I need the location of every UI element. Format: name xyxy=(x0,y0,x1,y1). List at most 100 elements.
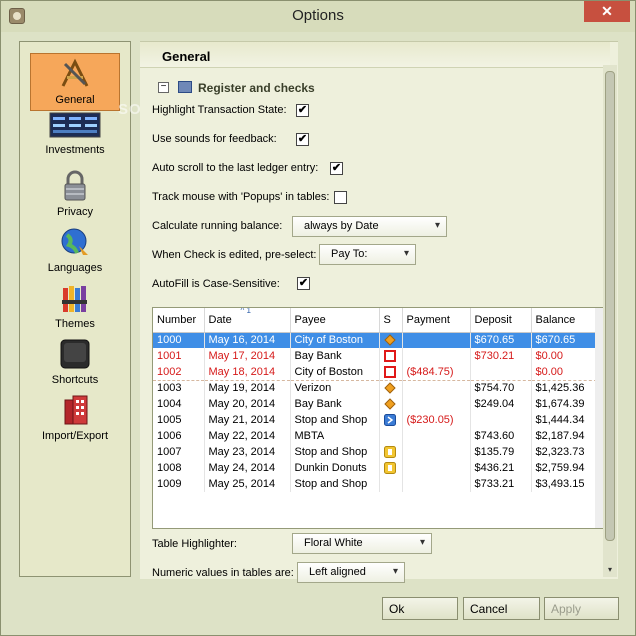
column-header-date[interactable]: Date ^ 1 xyxy=(204,308,291,333)
numeric-label: Numeric values in tables are: xyxy=(152,567,294,579)
orange-gem-icon xyxy=(383,382,396,395)
blue-badge-icon xyxy=(383,414,396,427)
autoscroll-checkbox[interactable]: ✔ xyxy=(330,162,343,175)
sounds-checkbox[interactable]: ✔ xyxy=(296,133,309,146)
check-edit-label: When Check is edited, pre-select: xyxy=(152,249,317,261)
orange-gem-icon xyxy=(383,334,396,347)
track-mouse-checkbox[interactable] xyxy=(334,191,347,204)
yellow-badge-icon xyxy=(383,446,396,459)
chevron-down-icon: ▾ xyxy=(419,537,425,548)
sidebar-item-privacy[interactable]: Privacy xyxy=(30,170,120,220)
sidebar-item-languages[interactable]: Languages xyxy=(30,226,120,276)
running-balance-select[interactable]: always by Date ▾ xyxy=(292,216,447,237)
cell-payment xyxy=(402,396,471,412)
table-row[interactable]: 1006 May 22, 2014 MBTA $743.60 $2,187.94 xyxy=(153,428,598,444)
highlight-label: Highlight Transaction State: xyxy=(152,104,287,116)
cell-number: 1000 xyxy=(153,332,205,348)
cell-number: 1003 xyxy=(153,379,205,396)
table-scrollbar[interactable] xyxy=(595,308,603,528)
sidebar-item-general[interactable]: General xyxy=(30,53,120,111)
table-row[interactable]: 1005 May 21, 2014 Stop and Shop ($230.05) $1… xyxy=(153,412,598,428)
column-header-balance[interactable]: Balance xyxy=(531,308,598,333)
table-row[interactable]: 1009 May 25, 2014 Stop and Shop $733.21 $3,4… xyxy=(153,476,598,492)
track-mouse-label: Track mouse with 'Popups' in tables: xyxy=(152,191,330,203)
sidebar-item-import-export[interactable]: Import/Export xyxy=(30,394,120,450)
window-title: Options xyxy=(292,7,344,24)
cell-status xyxy=(379,396,403,412)
column-header-deposit[interactable]: Deposit xyxy=(470,308,532,333)
book-icon xyxy=(178,81,192,93)
check-edit-select[interactable]: Pay To: ▾ xyxy=(319,244,416,265)
cell-payment: ($484.75) xyxy=(402,364,471,380)
sidebar-item-label: Investments xyxy=(45,144,105,156)
globe-icon xyxy=(61,228,88,255)
ok-button[interactable]: Ok xyxy=(382,597,458,620)
table-row[interactable]: 1001 May 17, 2014 Bay Bank $730.21 $0.00 xyxy=(153,348,598,364)
scroll-down-icon[interactable]: ▾ xyxy=(605,565,615,577)
cell-status xyxy=(379,364,403,380)
cell-balance: $2,323.73 xyxy=(531,444,598,460)
cell-payee: City of Boston xyxy=(290,364,380,380)
table-row[interactable]: 1008 May 24, 2014 Dunkin Donuts $436.21 $2,7… xyxy=(153,460,598,476)
cell-date: May 25, 2014 xyxy=(204,476,291,492)
settings-panel: General − Register and checks Highlight … xyxy=(140,41,618,583)
collapse-toggle[interactable]: − xyxy=(158,82,169,93)
cell-deposit: $730.21 xyxy=(470,348,532,364)
highlight-checkbox[interactable]: ✔ xyxy=(296,104,309,117)
cell-payee: MBTA xyxy=(290,428,380,444)
column-header-status[interactable]: S xyxy=(379,308,403,333)
cell-payment xyxy=(402,379,471,396)
cell-date: May 17, 2014 xyxy=(204,348,291,364)
cell-balance: $1,674.39 xyxy=(531,396,598,412)
padlock-icon xyxy=(64,170,86,201)
table-row[interactable]: 1003 May 19, 2014 Verizon $754.70 $1,425.36 xyxy=(153,379,598,396)
cancel-button[interactable]: Cancel xyxy=(463,597,540,620)
sidebar-item-label: Themes xyxy=(55,318,95,330)
check-edit-value: Pay To: xyxy=(331,248,368,260)
cell-deposit: $670.65 xyxy=(470,332,532,348)
cell-deposit: $733.21 xyxy=(470,476,532,492)
table-row[interactable]: 1000 May 16, 2014 City of Boston $670.65 $67… xyxy=(153,332,598,348)
cell-date: May 21, 2014 xyxy=(204,412,291,428)
highlighter-select[interactable]: Floral White ▾ xyxy=(292,533,432,554)
autofill-label: AutoFill is Case-Sensitive: xyxy=(152,278,280,290)
apply-button[interactable]: Apply xyxy=(544,597,619,620)
highlighter-value: Floral White xyxy=(304,537,363,549)
yellow-badge-icon xyxy=(383,462,396,475)
cell-date: May 18, 2014 xyxy=(204,364,291,380)
cell-payee: Bay Bank xyxy=(290,348,380,364)
sidebar-item-themes[interactable]: Themes xyxy=(30,282,120,332)
sidebar-item-investments[interactable]: Investments xyxy=(30,112,120,164)
column-header-payee[interactable]: Payee xyxy=(290,308,380,333)
cell-number: 1008 xyxy=(153,460,205,476)
cell-date: May 22, 2014 xyxy=(204,428,291,444)
numeric-value: Left aligned xyxy=(309,566,366,578)
building-icon xyxy=(64,395,88,425)
table-row[interactable]: 1004 May 20, 2014 Bay Bank $249.04 $1,674.39 xyxy=(153,396,598,412)
scrollbar-thumb[interactable] xyxy=(605,71,615,541)
running-balance-label: Calculate running balance: xyxy=(152,220,283,232)
crayons-icon xyxy=(62,286,87,312)
autofill-checkbox[interactable]: ✔ xyxy=(297,277,310,290)
chevron-down-icon: ▾ xyxy=(434,220,440,231)
group-title: Register and checks xyxy=(198,81,315,95)
column-header-number[interactable]: Number xyxy=(153,308,205,333)
cell-balance: $2,187.94 xyxy=(531,428,598,444)
chevron-down-icon: ▾ xyxy=(392,566,398,577)
cell-status xyxy=(379,460,403,476)
numeric-select[interactable]: Left aligned ▾ xyxy=(297,562,405,583)
cell-payee: Stop and Shop xyxy=(290,412,380,428)
panel-scrollbar[interactable]: ▾ xyxy=(603,65,617,577)
table-row[interactable]: 1007 May 23, 2014 Stop and Shop $135.79 $2,3… xyxy=(153,444,598,460)
sidebar-item-shortcuts[interactable]: Shortcuts xyxy=(30,338,120,388)
table-row[interactable]: 1002 May 18, 2014 City of Boston ($484.75) $… xyxy=(153,364,598,380)
close-button[interactable]: ✕ xyxy=(584,1,630,22)
cell-date: May 16, 2014 xyxy=(204,332,291,348)
cell-payment xyxy=(402,332,471,348)
orange-gem-icon xyxy=(383,398,396,410)
cell-number: 1009 xyxy=(153,476,205,492)
cell-balance: $0.00 xyxy=(531,364,598,380)
cell-status xyxy=(379,476,403,492)
column-header-payment[interactable]: Payment xyxy=(402,308,471,333)
cell-status xyxy=(379,412,403,428)
